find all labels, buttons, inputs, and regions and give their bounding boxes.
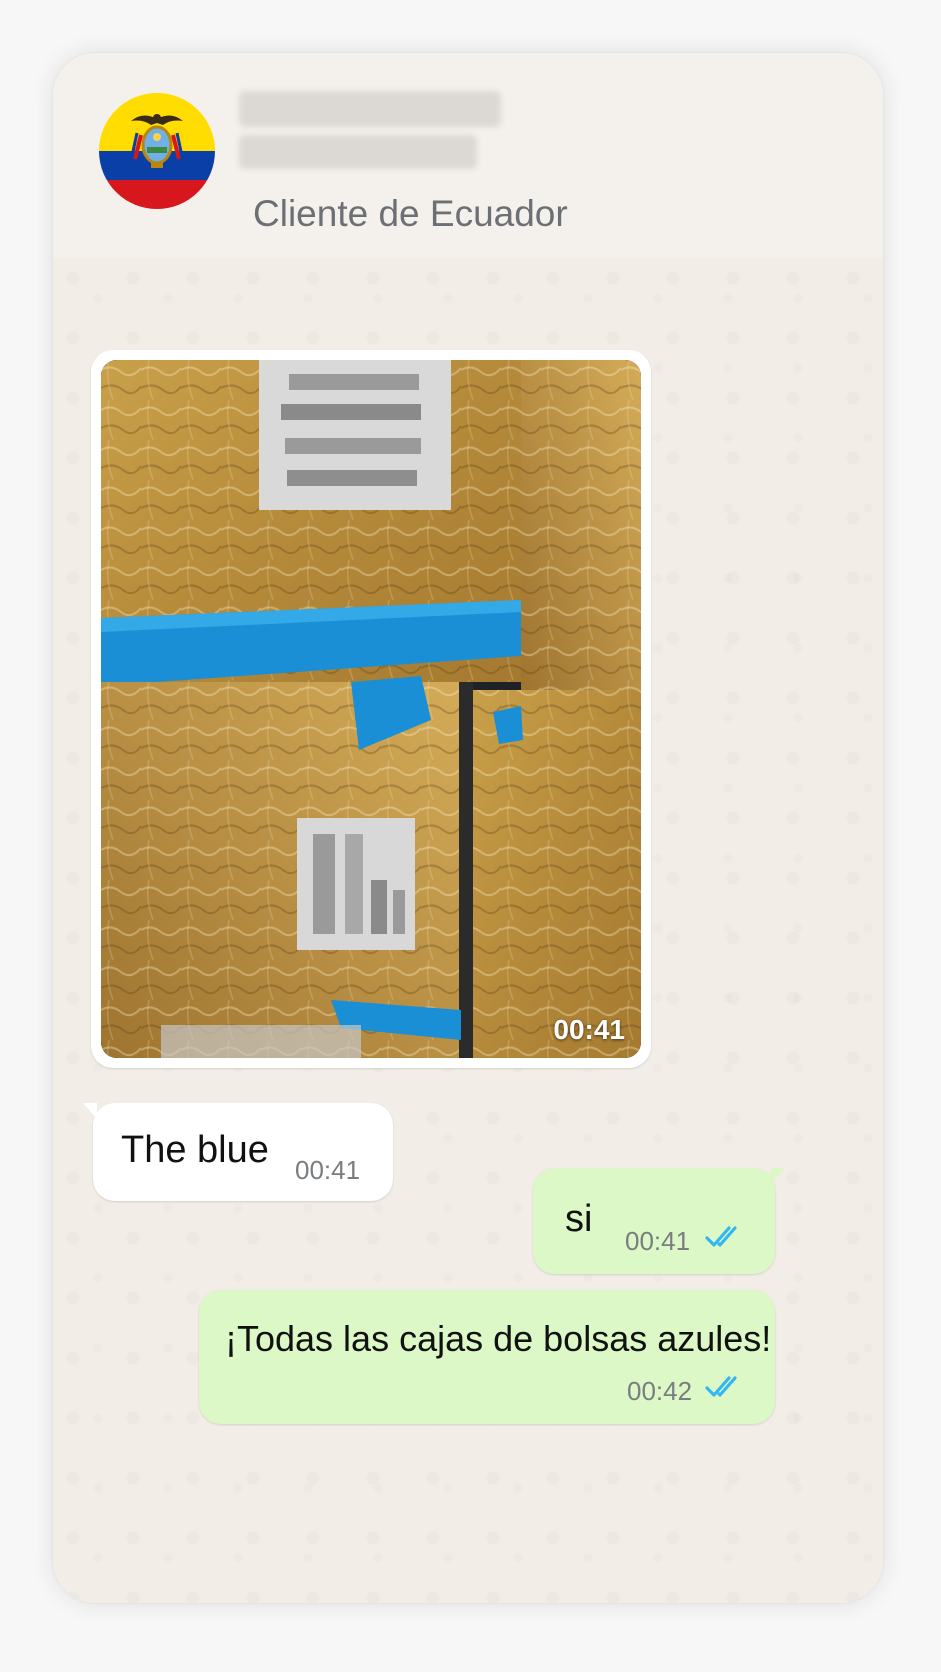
message-time: 00:41 bbox=[625, 1226, 691, 1256]
contact-avatar[interactable] bbox=[99, 93, 215, 209]
read-receipt-icon bbox=[705, 1376, 737, 1397]
packages-image bbox=[101, 360, 641, 1058]
message-list[interactable]: 00:41 The blue 00:41 si 00:41 ¡Todas las… bbox=[53, 258, 883, 1603]
video-thumbnail[interactable]: 00:41 bbox=[101, 360, 641, 1058]
message-time: 00:42 bbox=[627, 1376, 693, 1406]
contact-phone-redacted bbox=[239, 135, 477, 169]
video-timestamp: 00:41 bbox=[553, 1014, 625, 1045]
video-message[interactable]: 00:41 bbox=[91, 350, 651, 1068]
incoming-message[interactable]: The blue 00:41 bbox=[83, 1103, 393, 1201]
outgoing-message[interactable]: ¡Todas las cajas de bolsas azules! 00:42 bbox=[199, 1290, 775, 1424]
message-text: The blue bbox=[121, 1129, 269, 1171]
message-text: si bbox=[565, 1198, 593, 1240]
outgoing-message[interactable]: si 00:41 bbox=[533, 1168, 785, 1274]
read-receipt-icon bbox=[705, 1226, 737, 1247]
ecuador-flag-icon bbox=[99, 93, 215, 209]
chat-screen: Cliente de Ecuador 00:41 The blue 00:41 … bbox=[53, 53, 883, 1603]
contact-subtitle: Cliente de Ecuador bbox=[253, 193, 568, 234]
message-text: ¡Todas las cajas de bolsas azules! bbox=[225, 1318, 772, 1359]
chat-header[interactable]: Cliente de Ecuador bbox=[53, 53, 883, 258]
message-time: 00:41 bbox=[295, 1155, 361, 1185]
contact-name-redacted bbox=[239, 91, 501, 127]
